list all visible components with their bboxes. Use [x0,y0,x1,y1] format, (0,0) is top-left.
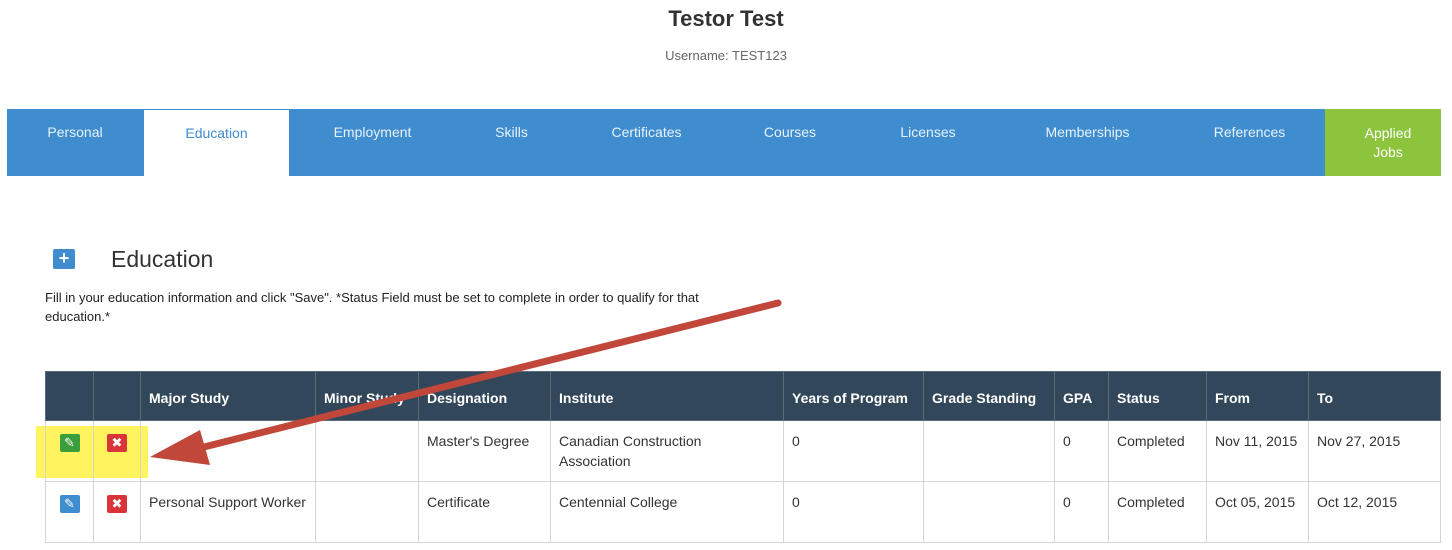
header-to: To [1308,371,1441,421]
close-icon: ✖ [111,496,123,511]
delete-cell: ✖ [93,420,141,482]
cell-institute: Centennial College [550,481,784,543]
cell-major-study: Personal Support Worker [140,481,316,543]
cell-years: 0 [783,420,924,482]
header-status: Status [1108,371,1207,421]
header-designation: Designation [418,371,551,421]
edit-button[interactable]: ✎ [59,434,80,452]
header-gpa: GPA [1054,371,1109,421]
edit-button[interactable]: ✎ [59,495,80,513]
header-delete [93,371,141,421]
edit-cell: ✎ [45,420,94,482]
header-years: Years of Program [783,371,924,421]
tab-personal[interactable]: Personal [7,109,143,176]
pencil-icon: ✎ [64,435,75,450]
username-label: Username: TEST123 [665,48,787,63]
cell-minor-study [315,481,419,543]
cell-from: Oct 05, 2015 [1206,481,1309,543]
table-header-row: Major Study Minor Study Designation Inst… [45,371,1441,421]
close-icon: ✖ [111,435,123,450]
add-education-button[interactable]: + [53,249,75,269]
cell-institute: Canadian Construction Association [550,420,784,482]
tab-skills[interactable]: Skills [455,109,568,176]
delete-button[interactable]: ✖ [107,434,127,452]
tab-licenses[interactable]: Licenses [855,109,1001,176]
cell-designation: Master's Degree [418,420,551,482]
cell-designation: Certificate [418,481,551,543]
cell-minor-study [315,420,419,482]
cell-major-study [140,420,316,482]
tab-applied-jobs[interactable]: Applied Jobs [1325,109,1441,176]
table-row: ✎ ✖ Master's Degree Canadian Constructio… [45,420,1441,482]
delete-button[interactable]: ✖ [107,495,127,513]
tab-courses[interactable]: Courses [725,109,855,176]
user-full-name: Testor Test [668,6,784,31]
header-from: From [1206,371,1309,421]
cell-status: Completed [1108,481,1207,543]
cell-gpa: 0 [1054,481,1109,543]
header-minor-study: Minor Study [315,371,419,421]
delete-cell: ✖ [93,481,141,543]
edit-cell: ✎ [45,481,94,543]
cell-grade [923,420,1055,482]
pencil-icon: ✎ [64,496,75,511]
cell-gpa: 0 [1054,420,1109,482]
profile-tabs: Personal Education Employment Skills Cer… [7,109,1441,176]
cell-to: Nov 27, 2015 [1308,420,1441,482]
section-title: Education [111,246,214,272]
cell-from: Nov 11, 2015 [1206,420,1309,482]
cell-to: Oct 12, 2015 [1308,481,1441,543]
tab-memberships[interactable]: Memberships [1001,109,1174,176]
tab-education[interactable]: Education [143,109,290,176]
plus-icon: + [58,248,70,268]
header-edit [45,371,94,421]
education-table: Major Study Minor Study Designation Inst… [45,371,1441,543]
table-row: ✎ ✖ Personal Support Worker Certificate … [45,481,1441,543]
tab-certificates[interactable]: Certificates [568,109,725,176]
cell-grade [923,481,1055,543]
header-institute: Institute [550,371,784,421]
tab-references[interactable]: References [1174,109,1325,176]
cell-status: Completed [1108,420,1207,482]
header-grade: Grade Standing [923,371,1055,421]
instructions-text: Fill in your education information and c… [45,290,699,324]
tab-employment[interactable]: Employment [290,109,455,176]
cell-years: 0 [783,481,924,543]
header-major-study: Major Study [140,371,316,421]
